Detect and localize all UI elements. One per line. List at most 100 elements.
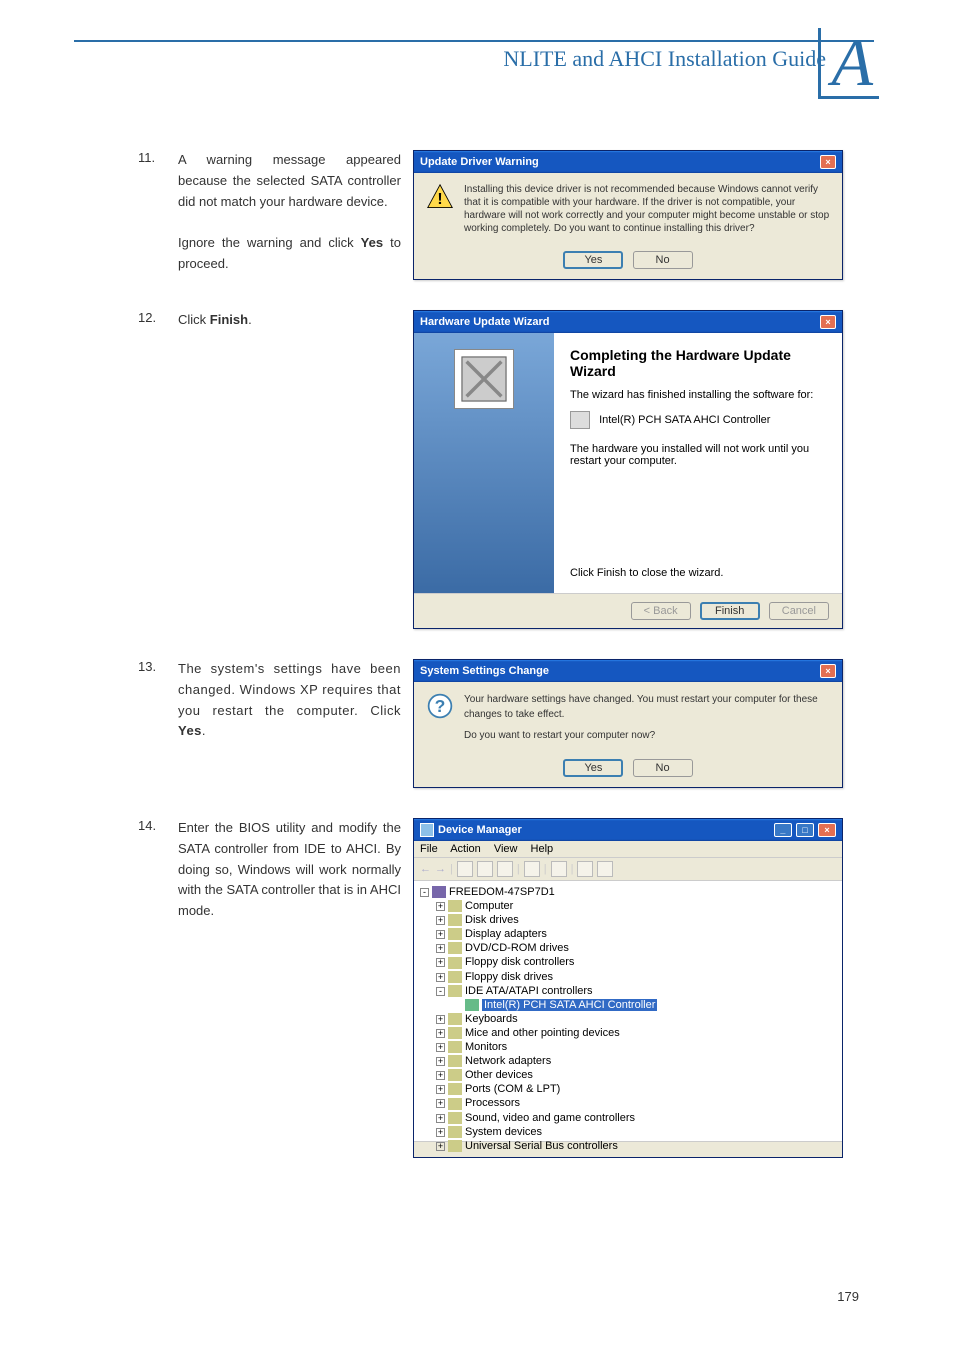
category-icon (448, 1027, 462, 1039)
device-manager-window: Device Manager _ □ × File Action View He… (413, 818, 843, 1158)
step-number: 11. (138, 150, 178, 280)
step-text: The system's settings have been changed.… (178, 659, 413, 788)
expand-icon[interactable]: + (436, 1015, 445, 1024)
menu-file[interactable]: File (420, 843, 438, 855)
expand-icon[interactable]: + (436, 1071, 445, 1080)
expand-icon[interactable]: + (436, 1029, 445, 1038)
step-14: 14. Enter the BIOS utility and modify th… (138, 818, 858, 1158)
nav-forward-icon[interactable]: → (435, 863, 446, 875)
no-button[interactable]: No (633, 759, 693, 777)
no-button[interactable]: No (633, 251, 693, 269)
expand-icon[interactable]: + (436, 930, 445, 939)
close-icon[interactable]: × (820, 315, 836, 329)
maximize-icon[interactable]: □ (796, 823, 814, 837)
menu-action[interactable]: Action (450, 843, 481, 855)
step-text: A warning message appeared because the s… (178, 150, 413, 280)
tree-item[interactable]: + Mice and other pointing devices (436, 1026, 836, 1040)
expand-icon[interactable]: + (436, 1128, 445, 1137)
question-icon: ? (426, 692, 454, 720)
expand-icon[interactable]: + (436, 916, 445, 925)
category-icon (448, 1140, 462, 1152)
menu-help[interactable]: Help (531, 843, 554, 855)
tree-item[interactable]: + Network adapters (436, 1054, 836, 1068)
tree-label: Mice and other pointing devices (465, 1027, 620, 1039)
tree-label: DVD/CD-ROM drives (465, 942, 569, 954)
expand-icon[interactable]: + (436, 1142, 445, 1151)
expand-icon[interactable]: + (436, 902, 445, 911)
expand-icon[interactable]: + (436, 958, 445, 967)
tree-label: Network adapters (465, 1055, 551, 1067)
app-icon (420, 823, 434, 837)
category-icon (448, 1013, 462, 1025)
toolbar-icon[interactable] (524, 861, 540, 877)
device-tree[interactable]: -FREEDOM-47SP7D1 +Computer+Disk drives+D… (414, 881, 842, 1141)
tree-item[interactable]: + Display adapters (436, 927, 836, 941)
category-icon (448, 1098, 462, 1110)
expand-icon[interactable]: + (436, 1114, 445, 1123)
category-icon (448, 1083, 462, 1095)
tree-item[interactable]: +Floppy disk drives (436, 970, 836, 984)
close-icon[interactable]: × (820, 155, 836, 169)
dialog-title: Update Driver Warning (420, 156, 539, 168)
category-icon (448, 928, 462, 940)
toolbar-icon[interactable] (477, 861, 493, 877)
category-icon (448, 900, 462, 912)
tree-root[interactable]: -FREEDOM-47SP7D1 (420, 885, 836, 899)
toolbar-icon[interactable] (597, 861, 613, 877)
menu-view[interactable]: View (494, 843, 518, 855)
minimize-icon[interactable]: _ (774, 823, 792, 837)
toolbar-icon[interactable] (457, 861, 473, 877)
dialog-titlebar[interactable]: Update Driver Warning × (414, 151, 842, 173)
step-12: 12. Click Finish. Hardware Update Wizard… (138, 310, 858, 629)
tree-label: Disk drives (465, 914, 519, 926)
expand-icon[interactable]: - (436, 987, 445, 996)
category-icon (448, 942, 462, 954)
toolbar-icon[interactable] (497, 861, 513, 877)
step-number: 14. (138, 818, 178, 1158)
tree-item[interactable]: + Disk drives (436, 913, 836, 927)
tree-item[interactable]: Intel(R) PCH SATA AHCI Controller (452, 998, 836, 1012)
expand-icon[interactable]: + (436, 944, 445, 953)
tree-item[interactable]: +Processors (436, 1096, 836, 1110)
finish-button[interactable]: Finish (700, 602, 760, 620)
menu-bar[interactable]: File Action View Help (414, 841, 842, 858)
toolbar-icon[interactable] (551, 861, 567, 877)
tree-label: System devices (465, 1126, 542, 1138)
tree-item[interactable]: +Ports (COM & LPT) (436, 1082, 836, 1096)
dialog-titlebar[interactable]: System Settings Change × (414, 660, 842, 682)
expand-icon[interactable]: + (436, 1099, 445, 1108)
category-icon (448, 1041, 462, 1053)
step-text: Enter the BIOS utility and modify the SA… (178, 818, 413, 1158)
category-icon (448, 1069, 462, 1081)
nav-back-icon[interactable]: ← (420, 863, 431, 875)
toolbar-icon[interactable] (577, 861, 593, 877)
tree-item[interactable]: +Computer (436, 899, 836, 913)
tree-label: Display adapters (465, 928, 547, 940)
window-title: Device Manager (438, 824, 522, 836)
tree-item[interactable]: +Monitors (436, 1040, 836, 1054)
step-number: 12. (138, 310, 178, 629)
tree-label: Keyboards (465, 1013, 518, 1025)
expand-icon[interactable]: + (436, 1085, 445, 1094)
dialog-titlebar[interactable]: Hardware Update Wizard × (414, 311, 842, 333)
tree-item[interactable]: +Other devices (436, 1068, 836, 1082)
yes-button[interactable]: Yes (563, 759, 623, 777)
tree-item[interactable]: -IDE ATA/ATAPI controllers (436, 984, 836, 998)
tree-label: Sound, video and game controllers (465, 1112, 635, 1124)
tree-item[interactable]: + Sound, video and game controllers (436, 1111, 836, 1125)
category-icon (465, 999, 479, 1011)
hardware-update-wizard: Hardware Update Wizard × Completing the … (413, 310, 843, 629)
tree-item[interactable]: + Keyboards (436, 1012, 836, 1026)
tree-item[interactable]: + System devices (436, 1125, 836, 1139)
tree-item[interactable]: + Floppy disk controllers (436, 955, 836, 969)
tree-label: Floppy disk controllers (465, 956, 574, 968)
expand-icon[interactable]: + (436, 973, 445, 982)
expand-icon[interactable]: + (436, 1043, 445, 1052)
tree-item[interactable]: + DVD/CD-ROM drives (436, 941, 836, 955)
close-icon[interactable]: × (820, 664, 836, 678)
close-icon[interactable]: × (818, 823, 836, 837)
yes-button[interactable]: Yes (563, 251, 623, 269)
expand-icon[interactable]: + (436, 1057, 445, 1066)
collapse-icon[interactable]: - (420, 888, 429, 897)
window-titlebar[interactable]: Device Manager _ □ × (414, 819, 842, 841)
